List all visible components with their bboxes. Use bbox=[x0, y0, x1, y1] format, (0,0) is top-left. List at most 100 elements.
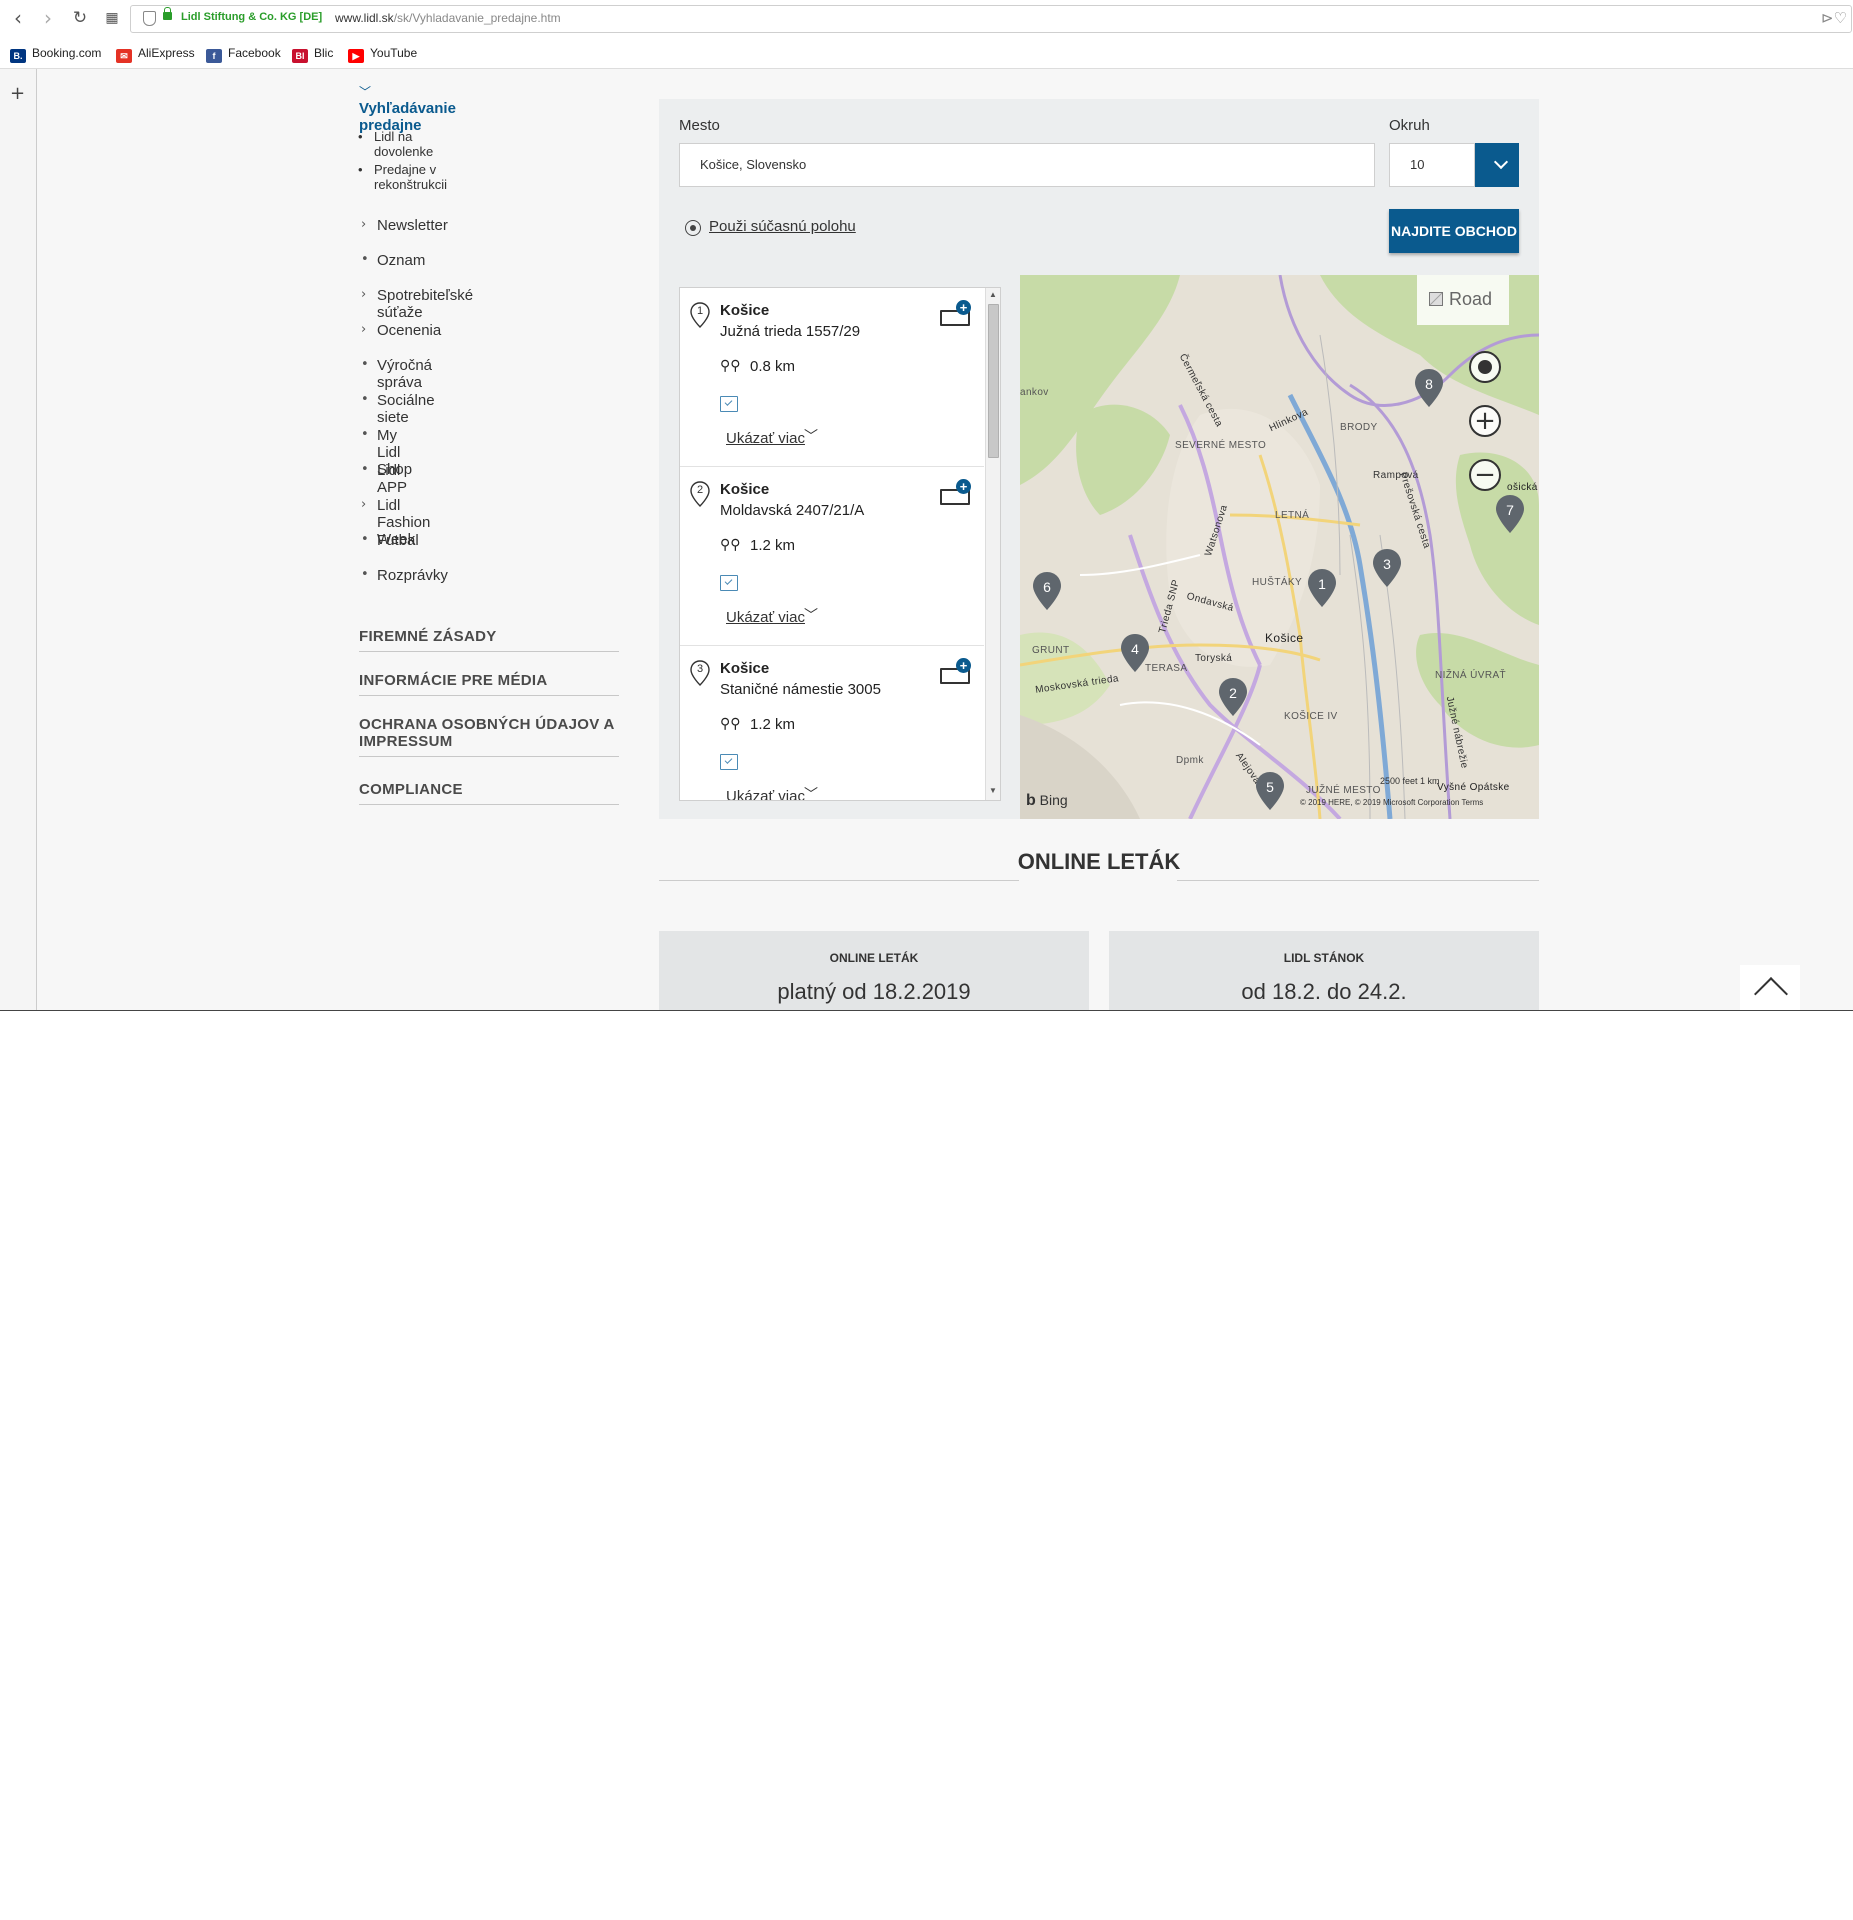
send-icon[interactable]: ⊳♡ bbox=[1821, 9, 1847, 27]
map-marker-6[interactable]: 6 bbox=[1032, 571, 1062, 611]
add-favorite-store-icon[interactable]: + bbox=[940, 479, 971, 505]
certificate-org: Lidl Stiftung & Co. KG [DE] bbox=[181, 11, 323, 23]
show-more-link[interactable]: Ukázať viac bbox=[726, 788, 805, 800]
list-item[interactable]: 2 Košice Moldavská 2407/21/A ⚲⚲ 1.2 km U… bbox=[680, 467, 984, 646]
chevron-right-icon: › bbox=[361, 322, 367, 337]
nav-sub-reconstruction[interactable]: Predajne v rekonštrukcii bbox=[358, 162, 447, 192]
store-address: Staničné námestie 3005 bbox=[720, 681, 881, 698]
opening-hours-icon[interactable] bbox=[720, 396, 738, 412]
zoom-out-icon[interactable]: − bbox=[1469, 459, 1501, 491]
scroll-thumb[interactable] bbox=[988, 304, 999, 458]
nav-item-annual-report[interactable]: • Výročná správa bbox=[361, 357, 432, 391]
locate-me-icon[interactable] bbox=[1469, 351, 1501, 383]
plus-icon: + bbox=[956, 479, 971, 494]
nav-item-futbal[interactable]: • Futbal bbox=[361, 532, 419, 549]
bullet-icon: • bbox=[361, 462, 369, 477]
store-map[interactable]: ankov SEVERNÉ MESTO BRODY LETNÁ HUŠTÁKY … bbox=[1020, 275, 1539, 819]
radius-dropdown-button[interactable] bbox=[1475, 143, 1519, 187]
aliexpress-icon: ✉ bbox=[116, 49, 132, 63]
add-favorite-store-icon[interactable]: + bbox=[940, 658, 971, 684]
map-marker-1[interactable]: 1 bbox=[1307, 568, 1337, 608]
bookmark-facebook[interactable]: f Facebook bbox=[206, 44, 281, 63]
nav-item-lidl-app[interactable]: • Lidl APP bbox=[361, 462, 408, 496]
divider bbox=[1177, 880, 1539, 881]
nav-item-oznam[interactable]: • Oznam bbox=[361, 252, 426, 269]
chevron-down-icon: ﹀ bbox=[804, 607, 818, 623]
list-scrollbar[interactable]: ▲ ▼ bbox=[985, 288, 1000, 800]
distance-icon: ⚲⚲ bbox=[720, 358, 741, 374]
show-more-link[interactable]: Ukázať viac bbox=[726, 430, 805, 447]
address-bar[interactable]: Lidl Stiftung & Co. KG [DE] www.lidl.sk/… bbox=[130, 5, 1852, 33]
store-address: Moldavská 2407/21/A bbox=[720, 502, 865, 519]
nav-item-newsletter[interactable]: › Newsletter bbox=[361, 217, 448, 234]
flyer-card-online[interactable]: ONLINE LETÁK platný od 18.2.2019 bbox=[659, 931, 1089, 1010]
bookmarks-bar: B. Booking.com ✉ AliExpress f Facebook Bl Bl… bbox=[0, 38, 1853, 69]
add-panel-icon[interactable]: + bbox=[10, 83, 25, 104]
find-store-button[interactable]: NAJDITE OBCHOD bbox=[1389, 209, 1519, 253]
nav-section-company[interactable]: FIREMNÉ ZÁSADY bbox=[359, 628, 619, 652]
nav-section-media[interactable]: INFORMÁCIE PRE MÉDIA bbox=[359, 672, 619, 696]
bookmark-youtube[interactable]: ▶ YouTube bbox=[348, 44, 417, 63]
use-location-link[interactable]: Použi súčasnú polohu bbox=[709, 218, 856, 235]
map-marker-3[interactable]: 3 bbox=[1372, 548, 1402, 588]
chevron-down-icon: ﹀ bbox=[359, 85, 372, 99]
store-city: Košice bbox=[720, 302, 770, 319]
scroll-down-icon[interactable]: ▼ bbox=[989, 786, 997, 795]
opening-hours-icon[interactable] bbox=[720, 575, 738, 591]
nav-item-awards[interactable]: › Ocenenia bbox=[361, 322, 441, 339]
url-text[interactable]: www.lidl.sk/sk/Vyhladavanie_predajne.htm bbox=[335, 11, 561, 25]
nav-label: Rozprávky bbox=[377, 567, 448, 584]
nav-sub-vacation[interactable]: Lidl na dovolenke bbox=[358, 129, 433, 159]
nav-store-search[interactable]: ﹀Vyhľadávanie predajne bbox=[359, 83, 456, 134]
radius-select[interactable]: 10 bbox=[1389, 143, 1475, 187]
city-input[interactable]: Košice, Slovensko bbox=[679, 143, 1375, 187]
map-marker-7[interactable]: 7 bbox=[1495, 494, 1525, 534]
add-favorite-store-icon[interactable]: + bbox=[940, 300, 971, 326]
list-item[interactable]: 1 Košice Južná trieda 1557/29 ⚲⚲ 0.8 km … bbox=[680, 288, 984, 467]
road-map-icon bbox=[1429, 292, 1443, 306]
map-label: Vyšné Opátske bbox=[1437, 782, 1510, 793]
nav-label: Lidl APP bbox=[377, 462, 408, 496]
nav-item-fairytales[interactable]: • Rozprávky bbox=[361, 567, 448, 584]
forward-icon[interactable]: › bbox=[36, 6, 60, 30]
map-label: HUŠTÁKY bbox=[1252, 577, 1303, 588]
speed-dial-icon[interactable]: ▦ bbox=[100, 6, 124, 30]
nav-section-privacy[interactable]: OCHRANA OSOBNÝCH ÚDAJOV A IMPRESSUM bbox=[359, 716, 619, 757]
bullet-icon: • bbox=[361, 567, 369, 582]
map-marker-8[interactable]: 8 bbox=[1414, 368, 1444, 408]
map-label: JUŽNÉ MESTO bbox=[1306, 785, 1381, 796]
nav-item-social[interactable]: • Sociálne siete bbox=[361, 392, 435, 426]
map-label: BRODY bbox=[1340, 422, 1378, 433]
show-more-link[interactable]: Ukázať viac bbox=[726, 609, 805, 626]
list-item[interactable]: 3 Košice Staničné námestie 3005 ⚲⚲ 1.2 k… bbox=[680, 646, 984, 800]
card-text: od 18.2. do 24.2. bbox=[1241, 979, 1407, 1004]
nav-item-contests[interactable]: › Spotrebiteľské súťaže bbox=[361, 287, 473, 321]
scroll-up-icon[interactable]: ▲ bbox=[989, 290, 997, 299]
marker-number-wrap: 2 bbox=[690, 481, 710, 507]
flyer-card-stand[interactable]: LIDL STÁNOK od 18.2. do 24.2. bbox=[1109, 931, 1539, 1010]
map-marker-5[interactable]: 5 bbox=[1255, 771, 1285, 811]
reload-icon[interactable]: ↻ bbox=[68, 6, 92, 30]
map-label: NIŽNÁ ÚVRAŤ bbox=[1435, 670, 1507, 681]
store-address: Južná trieda 1557/29 bbox=[720, 323, 861, 340]
distance-icon: ⚲⚲ bbox=[720, 537, 741, 553]
scroll-to-top-icon[interactable] bbox=[1740, 965, 1800, 1010]
map-marker-2[interactable]: 2 bbox=[1218, 677, 1248, 717]
nav-section-compliance[interactable]: COMPLIANCE bbox=[359, 781, 619, 805]
map-copyright[interactable]: © 2019 HERE, © 2019 Microsoft Corporatio… bbox=[1300, 798, 1483, 807]
bing-logo: b Bing bbox=[1026, 792, 1068, 810]
back-icon[interactable]: ‹ bbox=[6, 6, 30, 30]
bookmark-blic[interactable]: Bl Blic bbox=[292, 44, 334, 63]
zoom-in-icon[interactable]: + bbox=[1469, 405, 1501, 437]
bookmark-booking[interactable]: B. Booking.com bbox=[10, 44, 101, 63]
map-style-toggle[interactable]: Road bbox=[1417, 275, 1509, 325]
map-scale: 2500 feet 1 km bbox=[1380, 776, 1440, 786]
opening-hours-icon[interactable] bbox=[720, 754, 738, 770]
nav-label: Oznam bbox=[377, 252, 426, 269]
city-label: Mesto bbox=[679, 117, 720, 134]
map-marker-4[interactable]: 4 bbox=[1120, 633, 1150, 673]
store-list[interactable]: 1 Košice Južná trieda 1557/29 ⚲⚲ 0.8 km … bbox=[679, 287, 1001, 801]
shield-icon bbox=[143, 11, 156, 26]
bookmark-label: Blic bbox=[314, 46, 334, 60]
bookmark-aliexpress[interactable]: ✉ AliExpress bbox=[116, 44, 195, 63]
